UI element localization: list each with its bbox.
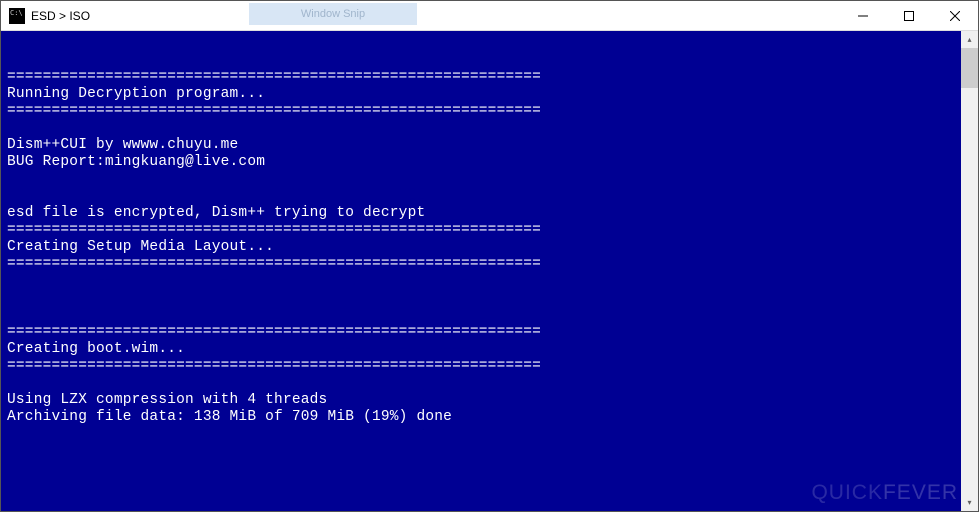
scrollbar[interactable]: ▴ ▾ [961,31,978,511]
ghost-tab: Window Snip [249,3,417,25]
titlebar: ESD > ISO Window Snip [1,1,978,31]
console-area: ========================================… [1,31,978,511]
watermark-light: QUICK [811,481,883,504]
window-controls [840,1,978,31]
scroll-up-button[interactable]: ▴ [961,31,978,48]
maximize-button[interactable] [886,1,932,31]
scroll-thumb[interactable] [961,48,978,88]
close-button[interactable] [932,1,978,31]
window-title: ESD > ISO [31,9,90,23]
watermark: QUICKFEVER [811,481,958,505]
minimize-button[interactable] [840,1,886,31]
watermark-bold: FEVER [883,481,958,504]
cmd-icon [9,8,25,24]
scroll-down-button[interactable]: ▾ [961,494,978,511]
console-output: ========================================… [1,31,961,511]
